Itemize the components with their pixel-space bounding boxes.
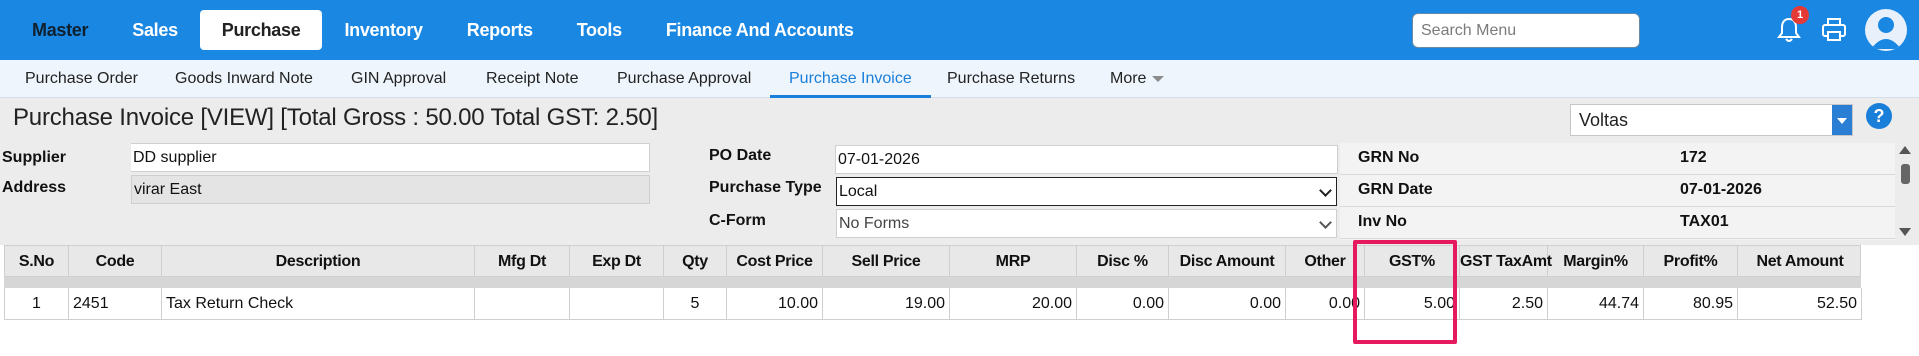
col-gst-percent[interactable]: GST% xyxy=(1365,246,1460,278)
col-code[interactable]: Code xyxy=(69,246,162,278)
grn-scrollbar[interactable] xyxy=(1898,146,1912,238)
cell-mrp: 20.00 xyxy=(950,288,1077,320)
tab-more[interactable]: More xyxy=(1110,60,1165,98)
supplier-field[interactable]: DD supplier xyxy=(131,143,650,172)
inv-no-label: Inv No xyxy=(1358,213,1407,230)
scroll-up-icon[interactable] xyxy=(1899,146,1911,154)
menu-inventory[interactable]: Inventory xyxy=(322,10,444,50)
grn-no-value: 172 xyxy=(1680,149,1707,166)
tab-more-label: More xyxy=(1110,70,1147,87)
col-mfg-dt[interactable]: Mfg Dt xyxy=(475,246,570,278)
inv-no-value: TAX01 xyxy=(1680,213,1729,230)
purchase-type-value: Local xyxy=(839,183,878,200)
user-avatar-icon[interactable] xyxy=(1865,9,1907,51)
purchase-type-select[interactable]: Local xyxy=(836,177,1337,206)
col-net-amount[interactable]: Net Amount xyxy=(1738,246,1862,278)
top-navbar: Master Sales Purchase Inventory Reports … xyxy=(0,0,1919,60)
grn-no-label: GRN No xyxy=(1358,149,1420,166)
table-row[interactable]: 1 2451 Tax Return Check 5 10.00 19.00 20… xyxy=(4,288,1862,320)
col-sell-price[interactable]: Sell Price xyxy=(823,246,950,278)
col-disc-percent[interactable]: Disc % xyxy=(1077,246,1169,278)
cell-sell-price: 19.00 xyxy=(823,288,950,320)
grn-no-row: GRN No 172 xyxy=(1340,143,1895,175)
menu-finance-and-accounts[interactable]: Finance And Accounts xyxy=(644,10,876,50)
col-mrp[interactable]: MRP xyxy=(950,246,1077,278)
menu-sales[interactable]: Sales xyxy=(110,10,200,50)
col-other[interactable]: Other xyxy=(1286,246,1365,278)
menu-tools[interactable]: Tools xyxy=(555,10,644,50)
tab-purchase-order[interactable]: Purchase Order xyxy=(25,60,138,98)
cform-select[interactable]: No Forms xyxy=(836,209,1337,238)
col-cost-price[interactable]: Cost Price xyxy=(727,246,823,278)
col-description[interactable]: Description xyxy=(162,246,475,278)
caret-down-icon xyxy=(1152,75,1165,82)
cell-net-amount: 52.50 xyxy=(1738,288,1862,320)
branch-select-value: Voltas xyxy=(1579,110,1629,130)
cform-label: C-Form xyxy=(709,212,766,229)
col-exp-dt[interactable]: Exp Dt xyxy=(570,246,664,278)
page-title: Purchase Invoice [VIEW] [Total Gross : 5… xyxy=(13,104,658,131)
cell-qty: 5 xyxy=(664,288,727,320)
cell-disc-amount: 0.00 xyxy=(1169,288,1286,320)
tab-purchase-approval[interactable]: Purchase Approval xyxy=(617,60,751,98)
tab-purchase-returns[interactable]: Purchase Returns xyxy=(947,60,1075,98)
items-table-header: S.No Code Description Mfg Dt Exp Dt Qty … xyxy=(4,245,1862,278)
chevron-down-icon xyxy=(1319,216,1332,229)
supplier-label: Supplier xyxy=(2,149,67,166)
cell-exp-dt xyxy=(570,288,664,320)
cell-sno: 1 xyxy=(5,288,69,320)
address-label: Address xyxy=(2,179,67,196)
col-disc-amount[interactable]: Disc Amount xyxy=(1169,246,1286,278)
cell-margin-percent: 44.74 xyxy=(1548,288,1644,320)
address-field: virar East xyxy=(131,175,650,204)
search-menu-input[interactable] xyxy=(1412,13,1640,48)
cell-mfg-dt xyxy=(475,288,570,320)
po-date-label: PO Date xyxy=(709,147,772,164)
chevron-down-icon xyxy=(1319,184,1332,197)
tab-gin-approval[interactable]: GIN Approval xyxy=(351,60,446,98)
cell-cost-price: 10.00 xyxy=(727,288,823,320)
grn-date-value: 07-01-2026 xyxy=(1680,181,1762,198)
table-header-divider xyxy=(4,277,1861,288)
col-gst-taxamt[interactable]: GST TaxAmt xyxy=(1460,246,1552,278)
grn-info-panel: GRN No 172 GRN Date 07-01-2026 Inv No TA… xyxy=(1340,143,1895,240)
inv-no-row: Inv No TAX01 xyxy=(1340,207,1895,239)
scroll-down-icon[interactable] xyxy=(1899,228,1911,236)
scroll-thumb[interactable] xyxy=(1901,164,1910,184)
help-icon[interactable]: ? xyxy=(1866,103,1892,129)
col-profit-percent[interactable]: Profit% xyxy=(1644,246,1738,278)
main-menu: Master Sales Purchase Inventory Reports … xyxy=(10,10,876,50)
tab-goods-inward-note[interactable]: Goods Inward Note xyxy=(175,60,313,98)
cell-description: Tax Return Check xyxy=(162,288,475,320)
purchase-submenu: Purchase Order Goods Inward Note GIN App… xyxy=(0,60,1919,98)
grn-date-label: GRN Date xyxy=(1358,181,1433,198)
dropdown-arrow-icon[interactable] xyxy=(1832,105,1852,135)
cell-disc-percent: 0.00 xyxy=(1077,288,1169,320)
tab-receipt-note[interactable]: Receipt Note xyxy=(486,60,579,98)
cell-other: 0.00 xyxy=(1286,288,1365,320)
tab-purchase-invoice[interactable]: Purchase Invoice xyxy=(770,60,931,98)
cell-gst-percent: 5.00 xyxy=(1365,288,1460,320)
grn-date-row: GRN Date 07-01-2026 xyxy=(1340,175,1895,207)
cell-code: 2451 xyxy=(69,288,162,320)
col-sno[interactable]: S.No xyxy=(5,246,69,278)
menu-master[interactable]: Master xyxy=(10,10,110,50)
purchase-type-label: Purchase Type xyxy=(709,179,822,196)
cell-profit-percent: 80.95 xyxy=(1644,288,1738,320)
cform-value: No Forms xyxy=(839,215,910,232)
po-date-field[interactable]: 07-01-2026 xyxy=(835,145,1338,174)
col-margin-percent[interactable]: Margin% xyxy=(1548,246,1644,278)
notification-badge: 1 xyxy=(1791,6,1809,24)
col-qty[interactable]: Qty xyxy=(664,246,727,278)
branch-select[interactable]: Voltas xyxy=(1570,104,1853,136)
cell-gst-taxamt: 2.50 xyxy=(1460,288,1548,320)
menu-purchase[interactable]: Purchase xyxy=(199,10,323,50)
printer-icon[interactable] xyxy=(1820,17,1848,43)
menu-reports[interactable]: Reports xyxy=(445,10,555,50)
